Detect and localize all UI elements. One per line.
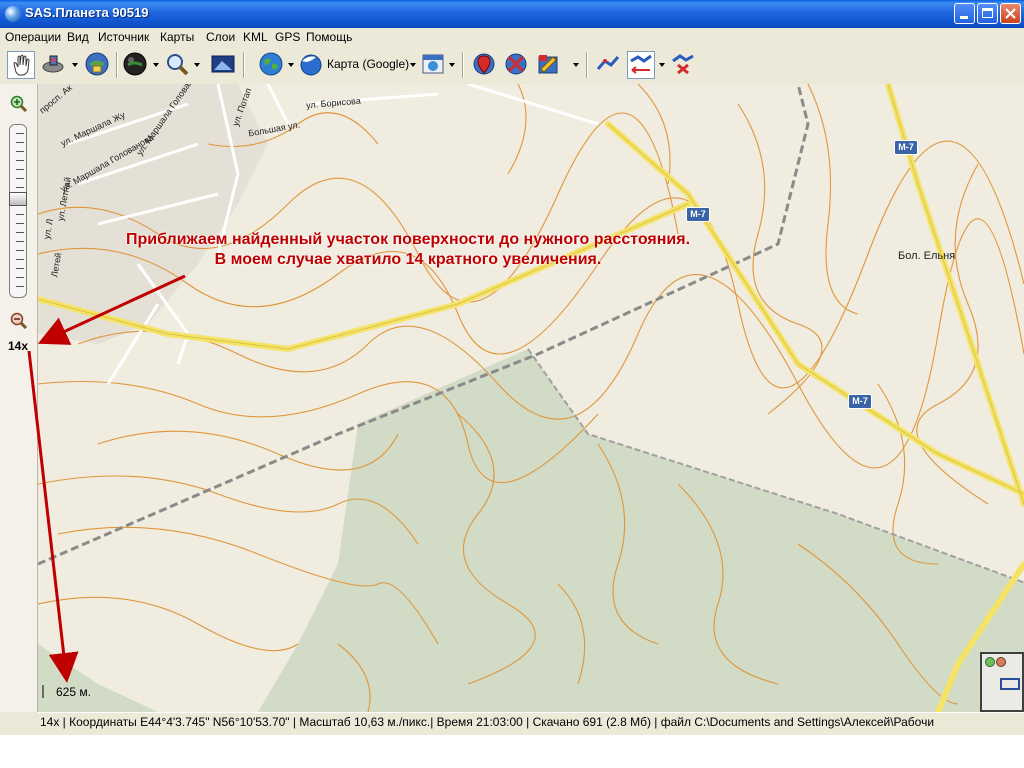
annotation-arrows: [27, 274, 186, 683]
arrow-to-zoom-level: [37, 274, 186, 345]
app-window: SAS.Планета 90519 Операции Вид Источник …: [0, 0, 1024, 735]
status-text: 14x | Координаты E44°4'3.745" N56°10'53.…: [40, 715, 935, 729]
status-bar: 14x | Координаты E44°4'3.745" N56°10'53.…: [38, 712, 1024, 733]
arrow-to-scale: [27, 350, 79, 683]
